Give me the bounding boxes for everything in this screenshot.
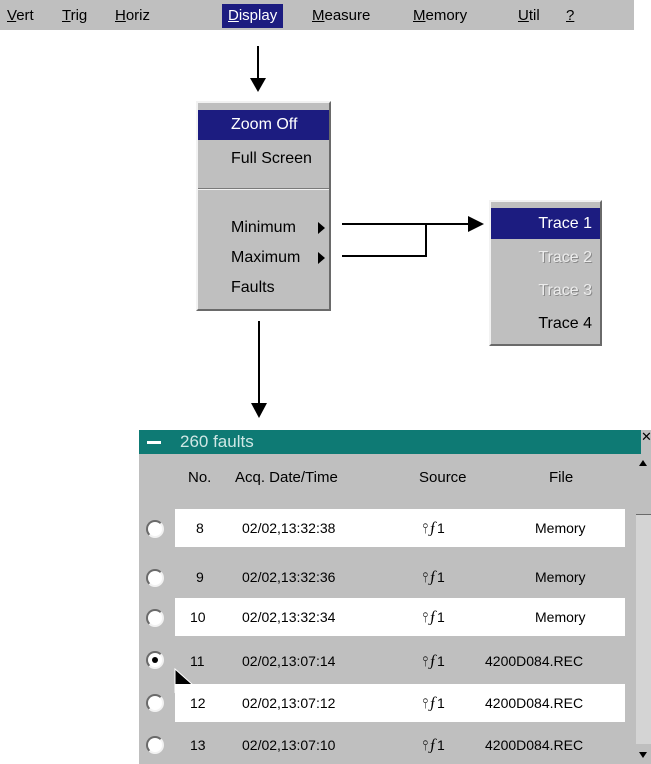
row-radio[interactable]	[146, 736, 164, 754]
cell-file: 4200D084.REC	[485, 653, 584, 669]
cell-no: 9	[196, 569, 204, 585]
cell-no: 13	[190, 737, 206, 753]
menu-item-trace-2: Trace 2	[538, 249, 592, 266]
submenu-arrow-icon	[318, 252, 325, 264]
cell-file: 4200D084.REC	[485, 695, 584, 711]
row-radio[interactable]	[146, 569, 164, 587]
trace-submenu: Trace 1 Trace 2 Trace 3 Trace 4	[489, 200, 602, 346]
menu-item-minimum[interactable]: Minimum	[198, 213, 329, 243]
cell-datetime: 02/02,13:07:12	[242, 695, 336, 711]
faults-window: 260 faults ✕ No. Acq. Date/Time Source F…	[139, 430, 651, 764]
cell-datetime: 02/02,13:32:36	[242, 569, 336, 585]
cell-source: ⫯⨍1	[422, 520, 445, 536]
menu-item-maximum[interactable]: Maximum	[198, 243, 329, 273]
cell-file: 4200D084.REC	[485, 737, 584, 753]
menu-item-trace-4[interactable]: Trace 4	[491, 308, 600, 339]
row-radio[interactable]	[146, 609, 164, 627]
scroll-down-arrow-icon[interactable]	[636, 744, 651, 764]
header-no: No.	[188, 469, 212, 486]
header-source: Source	[419, 469, 467, 486]
cell-source: ⫯⨍1	[422, 569, 445, 585]
cell-source: ⫯⨍1	[422, 695, 445, 711]
cell-datetime: 02/02,13:32:34	[242, 609, 336, 625]
menu-item-full-screen[interactable]: Full Screen	[198, 144, 329, 174]
cell-datetime: 02/02,13:07:10	[242, 737, 336, 753]
scroll-up-arrow-icon[interactable]	[636, 454, 651, 515]
menu-item-trace-1[interactable]: Trace 1	[491, 208, 600, 239]
window-menu-icon[interactable]	[147, 441, 161, 444]
cell-no: 8	[196, 520, 204, 536]
cell-no: 10	[190, 609, 206, 625]
vertical-scrollbar[interactable]	[636, 454, 651, 764]
close-icon[interactable]: ✕	[641, 430, 651, 454]
submenu-arrow-icon	[318, 222, 325, 234]
cell-file: Memory	[535, 520, 586, 536]
cell-file: Memory	[535, 569, 586, 585]
row-radio[interactable]	[146, 694, 164, 712]
cell-source: ⫯⨍1	[422, 653, 445, 669]
row-radio-selected[interactable]	[146, 651, 164, 669]
header-datetime: Acq. Date/Time	[235, 469, 338, 486]
display-menu: Zoom Off Full Screen Minimum Maximum Fau…	[196, 101, 331, 311]
menu-separator	[198, 188, 329, 190]
faults-titlebar: 260 faults ✕	[139, 430, 651, 454]
cell-datetime: 02/02,13:32:38	[242, 520, 336, 536]
menu-item-faults[interactable]: Faults	[198, 273, 329, 303]
menu-item-trace-3: Trace 3	[538, 282, 592, 299]
row-radio[interactable]	[146, 520, 164, 538]
cell-no: 12	[190, 695, 206, 711]
cell-datetime: 02/02,13:07:14	[242, 653, 336, 669]
header-file: File	[549, 469, 574, 486]
cell-source: ⫯⨍1	[422, 609, 445, 625]
cell-file: Memory	[535, 609, 586, 625]
menu-item-zoom-off[interactable]: Zoom Off	[198, 110, 329, 140]
faults-title: 260 faults	[180, 432, 254, 451]
cell-source: ⫯⨍1	[422, 737, 445, 753]
